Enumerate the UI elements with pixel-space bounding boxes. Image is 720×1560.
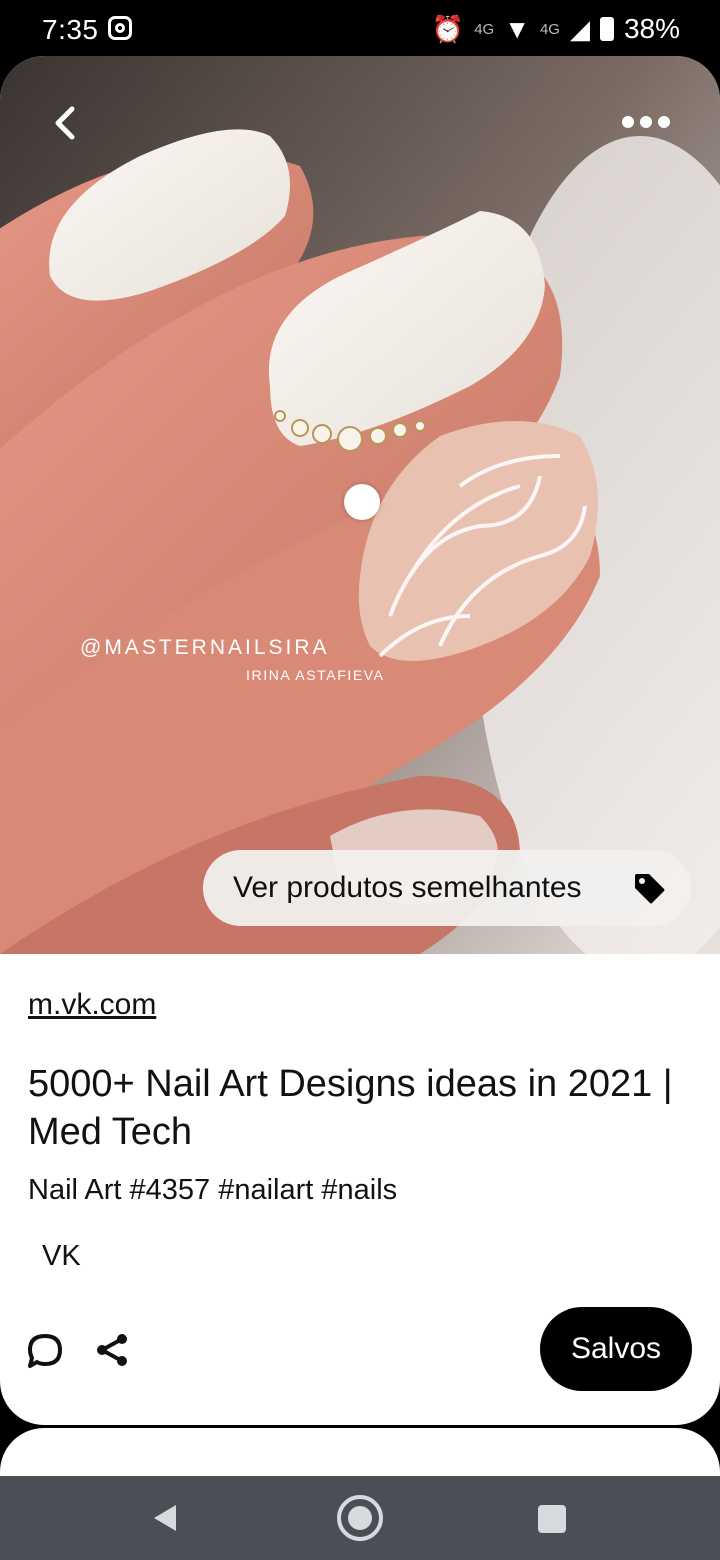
more-dot (640, 116, 652, 128)
nav-home-icon[interactable] (335, 1493, 385, 1543)
wifi-icon: ▼ (504, 14, 530, 44)
nav-recents-icon[interactable] (538, 1505, 566, 1533)
battery-percent: 38% (623, 13, 680, 44)
more-options-button[interactable] (622, 112, 674, 132)
source-link[interactable]: m.vk.com (28, 988, 156, 1022)
pin-description: Nail Art #4357 #nailart #nails (28, 1174, 398, 1206)
pin-title: 5000+ Nail Art Designs ideas in 2021 | M… (28, 1063, 673, 1153)
pin-image[interactable]: @MASTERNAILSIRA IRINA ASTAFIEVA Ver prod… (0, 56, 720, 954)
product-hotspot-dot[interactable] (344, 484, 380, 520)
comment-button[interactable] (26, 1332, 64, 1370)
watermark-handle: @MASTERNAILSIRA (80, 636, 330, 659)
pin-author[interactable]: VK (42, 1240, 81, 1273)
battery-icon (599, 17, 614, 41)
system-nav-bar (0, 1476, 720, 1560)
pin-card: @MASTERNAILSIRA IRINA ASTAFIEVA Ver prod… (0, 56, 720, 1425)
save-button[interactable]: Salvos (540, 1307, 692, 1391)
alarm-icon: ⏰ (431, 14, 465, 44)
nav-back-icon[interactable] (150, 1502, 180, 1534)
back-button[interactable] (44, 101, 88, 145)
instagram-notification-icon (108, 16, 132, 40)
more-horizontal-icon (622, 116, 634, 128)
status-icons: ⏰ 4G ▼ 4G ◢ 38% (432, 12, 680, 46)
status-bar: 7:35 ⏰ 4G ▼ 4G ◢ 38% (0, 0, 720, 58)
chevron-left-icon (55, 106, 75, 140)
signal-icon: ◢ (569, 14, 590, 44)
watermark-name: IRINA ASTAFIEVA (246, 667, 385, 683)
similar-products-button[interactable]: Ver produtos semelhantes (203, 850, 691, 926)
network-type-2: 4G (539, 20, 560, 38)
comment-icon (28, 1334, 62, 1368)
network-type-1: 4G (474, 20, 495, 38)
similar-products-label: Ver produtos semelhantes (233, 871, 582, 904)
tag-icon (635, 874, 665, 904)
share-button[interactable] (94, 1332, 130, 1368)
status-time: 7:35 (42, 14, 99, 45)
more-dot (658, 116, 670, 128)
share-icon (97, 1334, 127, 1366)
